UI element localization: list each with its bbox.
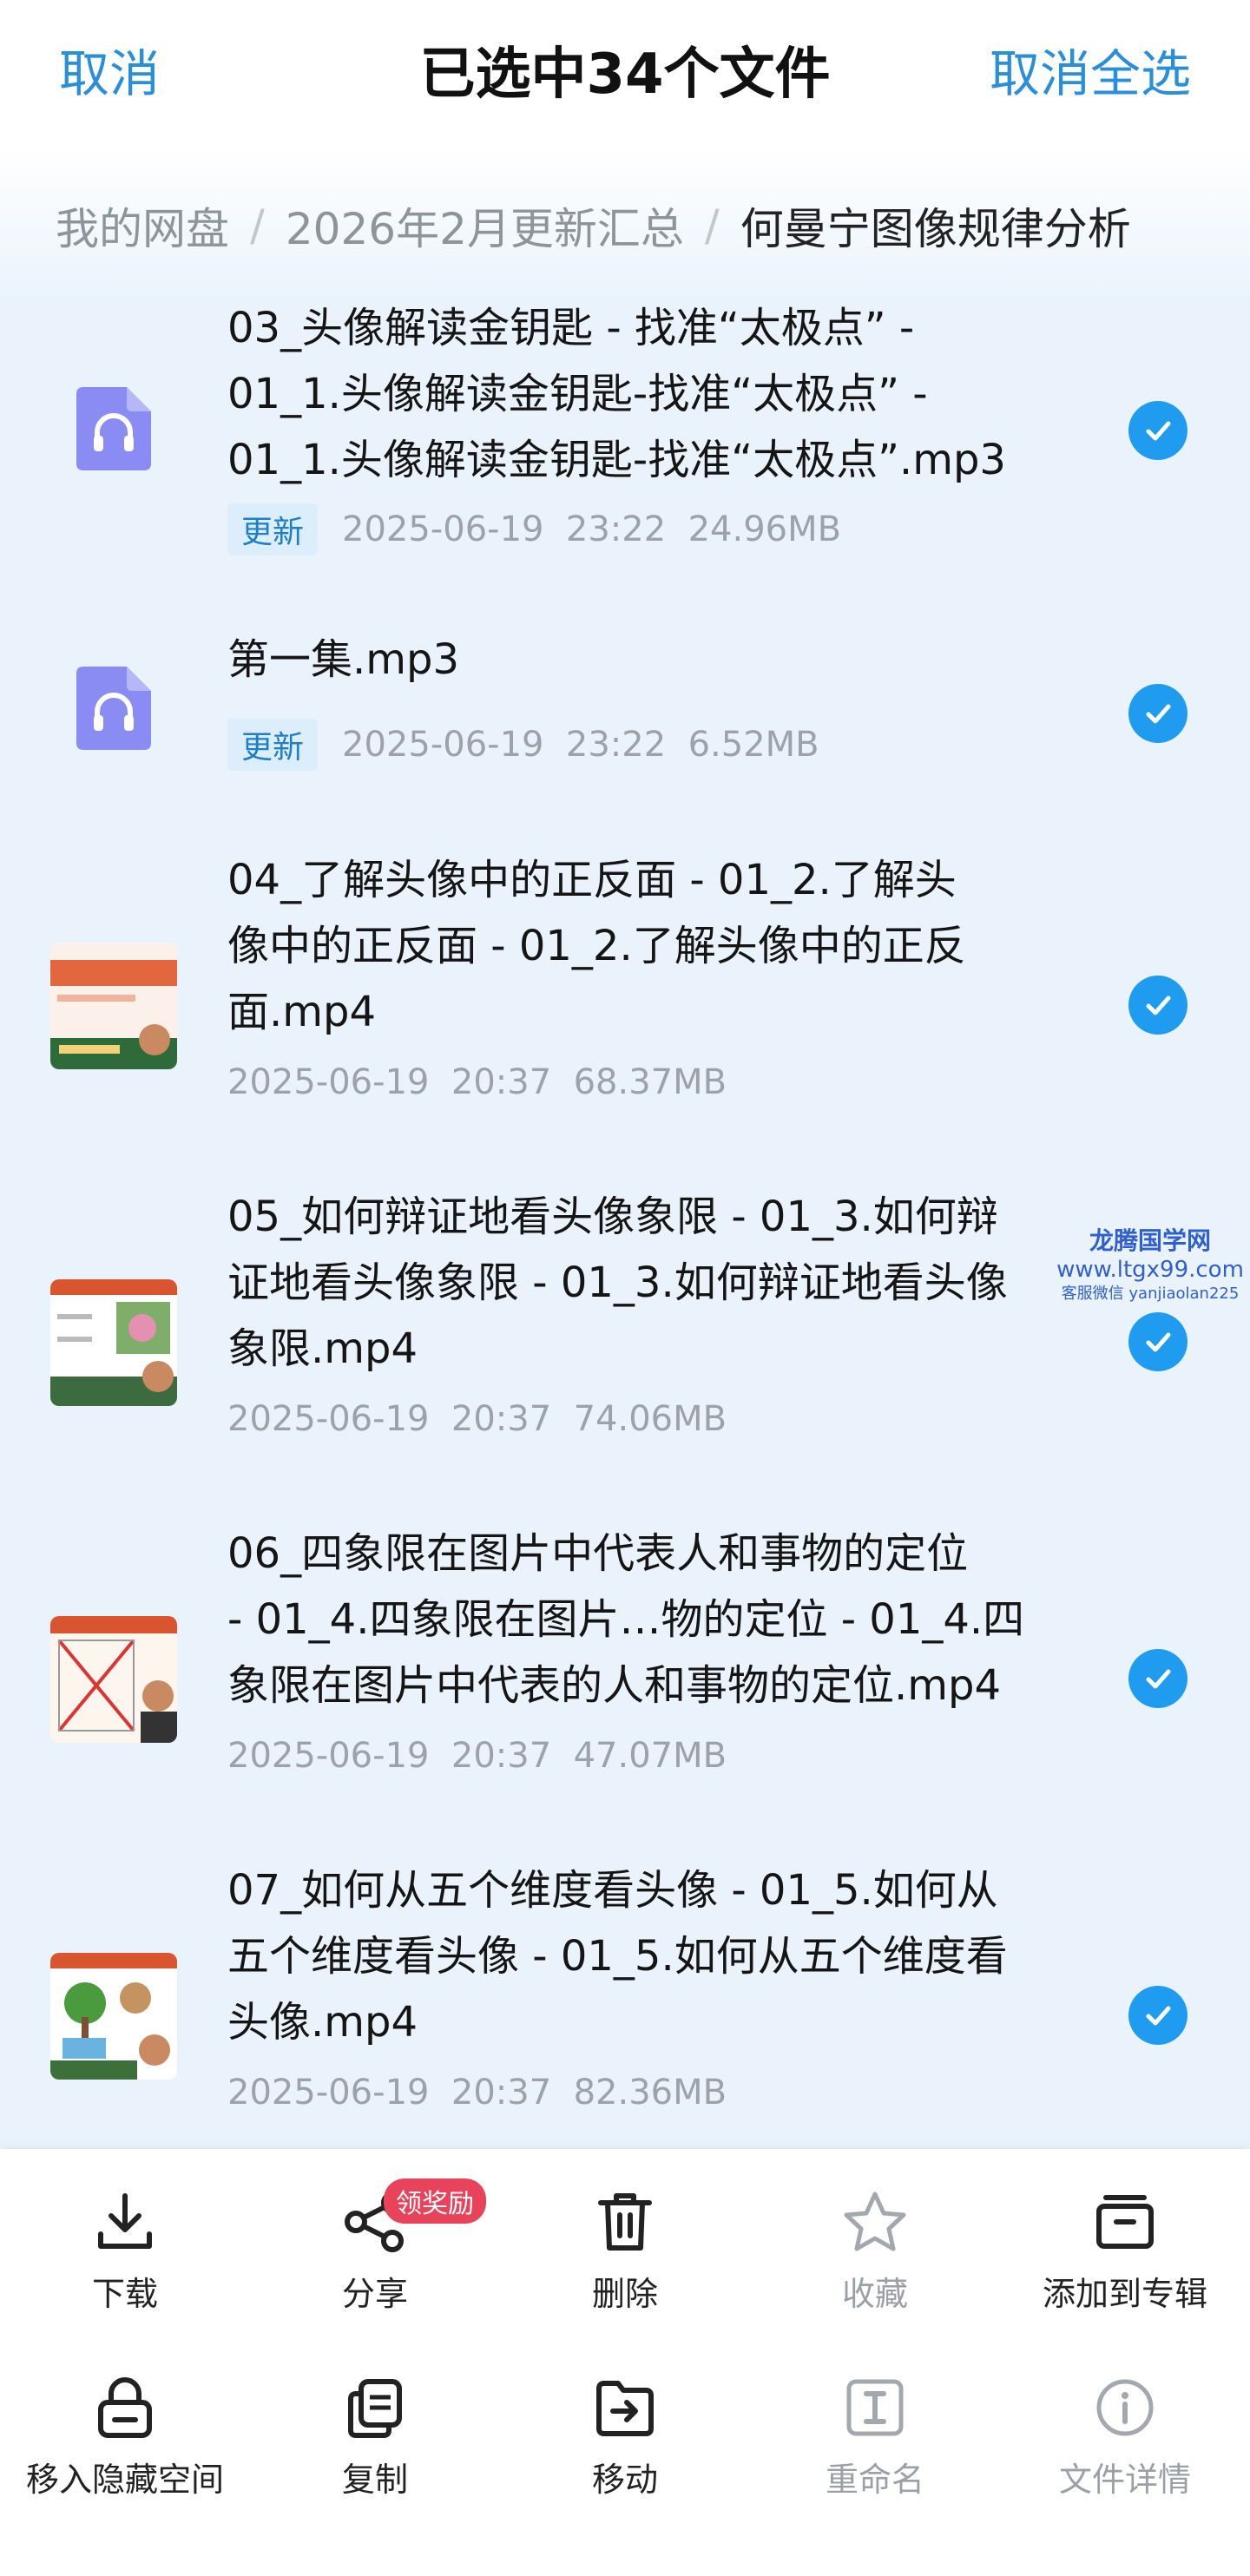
file-row[interactable]: 第一集.mp3 更新 2025-06-19 23:22 6.52MB <box>0 627 1250 797</box>
file-row[interactable]: 07_如何从五个维度看头像 - 01_5.如何从 五个维度看头像 - 01_5.… <box>0 1857 1250 2135</box>
file-name: 04_了解头像中的正反面 - 01_2.了解头 像中的正反面 - 01_2.了解… <box>227 847 1087 1045</box>
file-date-size: 2025-06-19 23:22 6.52MB <box>342 725 819 765</box>
file-name-line: 04_了解头像中的正反面 - 01_2.了解头 <box>227 856 957 904</box>
audio-file-icon <box>76 387 151 470</box>
file-name-line: 05_如何辩证地看头像象限 - 01_3.如何辩 <box>227 1193 998 1241</box>
video-thumbnail <box>50 1279 177 1406</box>
favorite-label: 收藏 <box>841 2275 908 2313</box>
file-name-line: 06_四象限在图片中代表人和事物的定位 <box>227 1529 969 1578</box>
watermark-line: 客服微信 yanjiaolan225 <box>1061 1284 1240 1303</box>
selected-check-icon[interactable] <box>1128 976 1188 1035</box>
bottom-action-toolbar: 下载 分享 删除 收藏 添加到专辑 移入隐藏空间 复制 移动 重命名 文件详情 <box>0 2149 1250 2576</box>
add-to-album-button[interactable]: 添加到专辑 <box>1000 2187 1250 2315</box>
file-name: 07_如何从五个维度看头像 - 01_5.如何从 五个维度看头像 - 01_5.… <box>227 1857 1087 2055</box>
rename-label: 重命名 <box>825 2461 924 2499</box>
watermark-line: 龙腾国学网 <box>1089 1226 1211 1255</box>
move-icon <box>596 2381 654 2436</box>
share-label: 分享 <box>341 2275 408 2313</box>
file-name-line: - 01_4.四象限在图片…物的定位 - 01_4.四 <box>227 1595 1025 1644</box>
add-to-album-label: 添加到专辑 <box>1042 2275 1207 2313</box>
file-meta: 2025-06-19 20:37 47.07MB <box>227 1736 727 1776</box>
selected-check-icon[interactable] <box>1128 1312 1188 1371</box>
move-label: 移动 <box>591 2461 658 2499</box>
file-details-button[interactable]: 文件详情 <box>1000 2373 1250 2500</box>
copy-button[interactable]: 复制 <box>250 2373 500 2500</box>
file-name-line: 象限.mp4 <box>227 1324 418 1373</box>
delete-label: 删除 <box>591 2275 658 2313</box>
move-to-hidden-space-button[interactable]: 移入隐藏空间 <box>0 2373 250 2500</box>
file-meta: 更新 2025-06-19 23:22 6.52MB <box>227 719 819 771</box>
file-name-line: 五个维度看头像 - 01_5.如何从五个维度看 <box>227 1932 1008 1981</box>
file-name-line: 03_头像解读金钥匙 - 找准“太极点” - <box>227 304 915 352</box>
video-thumbnail <box>50 1616 177 1743</box>
file-name-line: 证地看头像象限 - 01_3.如何辩证地看头像 <box>227 1258 1008 1307</box>
selected-check-icon[interactable] <box>1128 1986 1188 2045</box>
file-meta: 2025-06-19 20:37 68.37MB <box>227 1062 727 1102</box>
breadcrumb-separator: / <box>704 200 720 251</box>
file-name: 03_头像解读金钥匙 - 找准“太极点” - 01_1.头像解读金钥匙-找准“太… <box>227 295 1087 493</box>
file-name-line: 象限在图片中代表的人和事物的定位.mp4 <box>227 1661 1002 1710</box>
selected-check-icon[interactable] <box>1128 401 1188 460</box>
delete-button[interactable]: 删除 <box>500 2187 750 2315</box>
file-meta: 2025-06-19 20:37 82.36MB <box>227 2073 727 2113</box>
file-name-line: 像中的正反面 - 01_2.了解头像中的正反 <box>227 922 966 970</box>
download-button[interactable]: 下载 <box>0 2187 250 2315</box>
file-name-line: 第一集.mp3 <box>227 635 460 684</box>
favorite-button[interactable]: 收藏 <box>750 2187 1000 2315</box>
album-icon <box>1096 2195 1154 2249</box>
file-date-size: 2025-06-19 20:37 82.36MB <box>227 2073 727 2113</box>
file-row[interactable]: 04_了解头像中的正反面 - 01_2.了解头 像中的正反面 - 01_2.了解… <box>0 847 1250 1125</box>
selected-check-icon[interactable] <box>1128 684 1188 743</box>
copy-icon <box>348 2379 402 2438</box>
file-date-size: 2025-06-19 20:37 47.07MB <box>227 1736 727 1776</box>
download-icon <box>98 2193 152 2249</box>
top-bar: 取消 已选中34个文件 取消全选 <box>0 0 1250 148</box>
lock-icon <box>98 2377 152 2438</box>
file-date-size: 2025-06-19 20:37 68.37MB <box>227 1062 727 1102</box>
move-to-hidden-space-label: 移入隐藏空间 <box>25 2461 224 2499</box>
breadcrumb-separator: / <box>250 200 265 251</box>
file-name-line: 01_1.头像解读金钥匙-找准“太极点” - <box>227 370 928 418</box>
file-row[interactable]: 03_头像解读金钥匙 - 找准“太极点” - 01_1.头像解读金钥匙-找准“太… <box>0 295 1250 561</box>
video-thumbnail <box>50 943 177 1069</box>
file-name-line: 07_如何从五个维度看头像 - 01_5.如何从 <box>227 1866 998 1915</box>
file-name-line: 01_1.头像解读金钥匙-找准“太极点”.mp3 <box>227 436 1006 484</box>
rename-button[interactable]: 重命名 <box>750 2373 1000 2500</box>
file-name: 第一集.mp3 <box>227 627 1087 693</box>
file-name: 05_如何辩证地看头像象限 - 01_3.如何辩 证地看头像象限 - 01_3.… <box>227 1184 1087 1382</box>
move-button[interactable]: 移动 <box>500 2373 750 2500</box>
breadcrumb-folder[interactable]: 2026年2月更新汇总 <box>286 194 684 257</box>
breadcrumb-current: 何曼宁图像规律分析 <box>740 204 1131 254</box>
star-icon <box>844 2192 906 2251</box>
file-row[interactable]: 06_四象限在图片中代表人和事物的定位 - 01_4.四象限在图片…物的定位 -… <box>0 1521 1250 1798</box>
deselect-all-button[interactable]: 取消全选 <box>990 33 1191 106</box>
breadcrumb-root[interactable]: 我的网盘 <box>56 194 229 257</box>
update-badge: 更新 <box>227 503 319 555</box>
watermark: 龙腾国学网 www.ltgx99.com 客服微信 yanjiaolan225 <box>1050 1226 1250 1304</box>
selected-check-icon[interactable] <box>1128 1649 1188 1708</box>
download-label: 下载 <box>91 2275 158 2313</box>
video-thumbnail <box>50 1953 177 2080</box>
file-name: 06_四象限在图片中代表人和事物的定位 - 01_4.四象限在图片…物的定位 -… <box>227 1521 1087 1718</box>
file-details-label: 文件详情 <box>1058 2461 1191 2499</box>
file-list: 03_头像解读金钥匙 - 找准“太极点” - 01_1.头像解读金钥匙-找准“太… <box>0 295 1250 2149</box>
update-badge: 更新 <box>227 719 319 771</box>
audio-file-icon <box>76 667 151 750</box>
info-icon <box>1096 2379 1154 2436</box>
copy-label: 复制 <box>341 2461 408 2499</box>
trash-icon <box>598 2193 652 2251</box>
breadcrumb: 我的网盘 / 2026年2月更新汇总 / 何曼宁图像规律分析 <box>0 148 1250 304</box>
watermark-line: www.ltgx99.com <box>1056 1257 1244 1283</box>
file-date-size: 2025-06-19 23:22 24.96MB <box>342 509 842 549</box>
file-date-size: 2025-06-19 20:37 74.06MB <box>227 1399 727 1439</box>
file-meta: 更新 2025-06-19 23:22 24.96MB <box>227 503 841 555</box>
file-name-line: 面.mp4 <box>227 988 377 1036</box>
file-meta: 2025-06-19 20:37 74.06MB <box>227 1399 727 1439</box>
reward-badge: 领奖励 <box>384 2178 486 2224</box>
rename-icon <box>846 2379 904 2436</box>
file-name-line: 头像.mp4 <box>227 1998 418 2047</box>
